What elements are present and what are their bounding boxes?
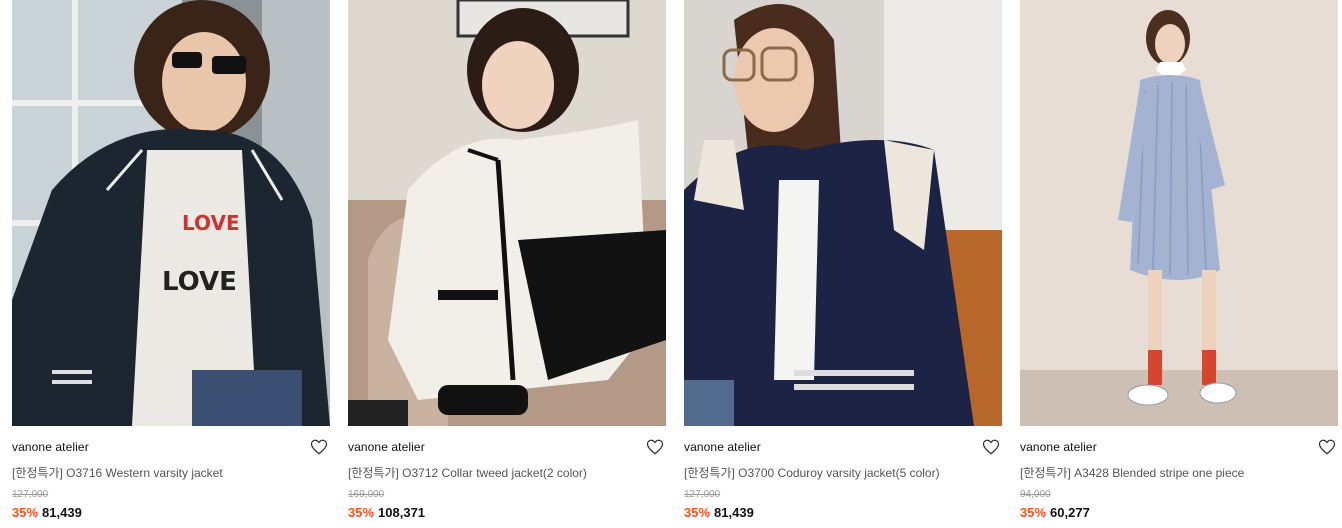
- product-image[interactable]: [348, 0, 666, 426]
- original-price: 127,000: [12, 489, 49, 500]
- discount-rate: 35%: [348, 505, 375, 520]
- sale-price-row: 35% 108,371: [348, 505, 425, 520]
- sale-price-row: 35% 81,439: [684, 505, 754, 520]
- product-info: vanone atelier [한정특가] O3716 Western vars…: [12, 426, 330, 528]
- product-info: vanone atelier [한정특가] O3712 Collar tweed…: [348, 426, 666, 528]
- svg-text:LOVE: LOVE: [162, 267, 237, 297]
- heart-outline-icon[interactable]: [982, 438, 1000, 456]
- product-card[interactable]: vanone atelier [한정특가] O3700 Coduroy vars…: [684, 0, 1002, 528]
- brand-name[interactable]: vanone atelier: [12, 440, 89, 454]
- product-image[interactable]: LOVE LOVE: [12, 0, 330, 426]
- product-card[interactable]: vanone atelier [한정특가] A3428 Blended stri…: [1020, 0, 1338, 528]
- brand-name[interactable]: vanone atelier: [684, 440, 761, 454]
- heart-outline-icon[interactable]: [310, 438, 328, 456]
- heart-outline-icon[interactable]: [646, 438, 664, 456]
- product-image[interactable]: [684, 0, 1002, 426]
- sale-price-row: 35% 60,277: [1020, 505, 1090, 520]
- discount-rate: 35%: [684, 505, 711, 520]
- product-info: vanone atelier [한정특가] A3428 Blended stri…: [1020, 426, 1338, 528]
- brand-name[interactable]: vanone atelier: [1020, 440, 1097, 454]
- product-info: vanone atelier [한정특가] O3700 Coduroy vars…: [684, 426, 1002, 528]
- sale-price: 60,277: [1050, 505, 1090, 520]
- product-title[interactable]: [한정특가] A3428 Blended stripe one piece: [1020, 464, 1244, 481]
- product-title[interactable]: [한정특가] O3716 Western varsity jacket: [12, 464, 223, 481]
- brand-name[interactable]: vanone atelier: [348, 440, 425, 454]
- product-title[interactable]: [한정특가] O3700 Coduroy varsity jacket(5 co…: [684, 464, 940, 481]
- discount-rate: 35%: [1020, 505, 1047, 520]
- product-card[interactable]: vanone atelier [한정특가] O3712 Collar tweed…: [348, 0, 666, 528]
- heart-outline-icon[interactable]: [1318, 438, 1336, 456]
- sale-price-row: 35% 81,439: [12, 505, 82, 520]
- discount-rate: 35%: [12, 505, 39, 520]
- svg-text:LOVE: LOVE: [182, 211, 240, 235]
- product-title[interactable]: [한정특가] O3712 Collar tweed jacket(2 color…: [348, 464, 587, 481]
- original-price: 94,000: [1020, 489, 1051, 500]
- product-grid: LOVE LOVE vanone atelier [한정특가] O3716 We…: [0, 0, 1342, 528]
- original-price: 169,000: [348, 489, 385, 500]
- product-image[interactable]: [1020, 0, 1338, 426]
- sale-price: 108,371: [378, 505, 426, 520]
- sale-price: 81,439: [42, 505, 82, 520]
- original-price: 127,000: [684, 489, 721, 500]
- sale-price: 81,439: [714, 505, 754, 520]
- product-card[interactable]: LOVE LOVE vanone atelier [한정특가] O3716 We…: [12, 0, 330, 528]
